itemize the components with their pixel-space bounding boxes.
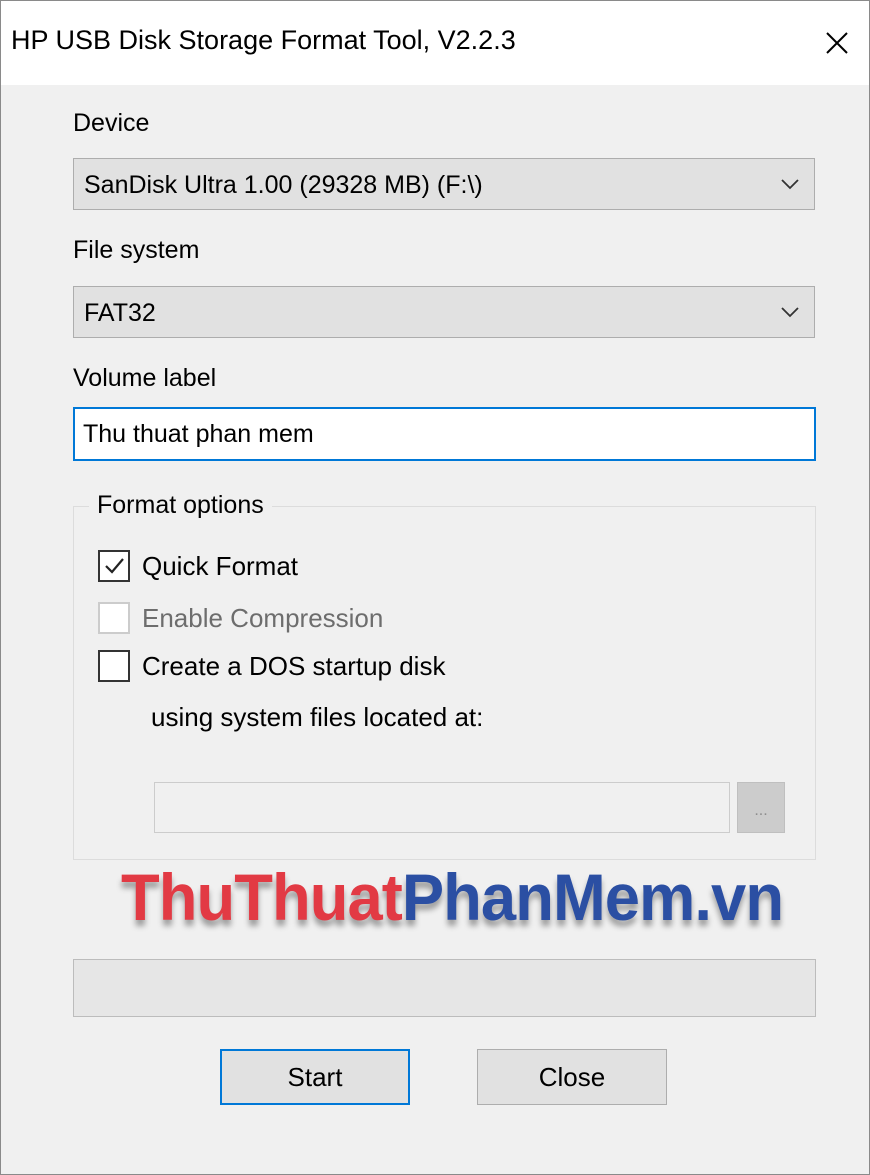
checkmark-icon (105, 558, 124, 574)
window-title: HP USB Disk Storage Format Tool, V2.2.3 (11, 25, 516, 55)
start-button[interactable]: Start (220, 1049, 410, 1105)
file-system-selected-value: FAT32 (84, 299, 156, 327)
volume-label-input[interactable] (83, 417, 783, 451)
chevron-down-icon (781, 179, 799, 190)
close-button[interactable]: Close (477, 1049, 667, 1105)
quick-format-label[interactable]: Quick Format (142, 551, 298, 582)
dos-startup-checkbox[interactable] (98, 650, 130, 682)
progress-bar (73, 959, 816, 1017)
file-system-dropdown[interactable]: FAT32 (73, 286, 815, 338)
file-system-label: File system (73, 236, 200, 264)
dos-startup-sublabel: using system files located at: (151, 702, 484, 732)
window-close-button[interactable] (805, 1, 869, 85)
format-options-legend: Format options (89, 491, 272, 520)
watermark-part-blue: PhanMem.vn (401, 860, 784, 934)
watermark-logo: ThuThuatPhanMem.vn (121, 859, 784, 935)
device-selected-value: SanDisk Ultra 1.00 (29328 MB) (F:\) (84, 171, 483, 199)
close-icon (826, 32, 848, 54)
quick-format-checkbox[interactable] (98, 550, 130, 582)
device-label: Device (73, 109, 150, 137)
dos-startup-label[interactable]: Create a DOS startup disk (142, 651, 445, 682)
chevron-down-icon (781, 307, 799, 318)
enable-compression-label: Enable Compression (142, 603, 384, 633)
system-files-path-field (154, 782, 730, 833)
device-dropdown[interactable]: SanDisk Ultra 1.00 (29328 MB) (F:\) (73, 158, 815, 210)
browse-button: ... (737, 782, 785, 833)
watermark-part-red: ThuThuat (121, 860, 403, 934)
title-bar[interactable]: HP USB Disk Storage Format Tool, V2.2.3 (1, 1, 869, 85)
volume-label-label: Volume label (73, 364, 217, 392)
enable-compression-checkbox (98, 602, 130, 634)
volume-label-field[interactable] (73, 407, 816, 461)
format-tool-window: HP USB Disk Storage Format Tool, V2.2.3 … (0, 0, 870, 1175)
